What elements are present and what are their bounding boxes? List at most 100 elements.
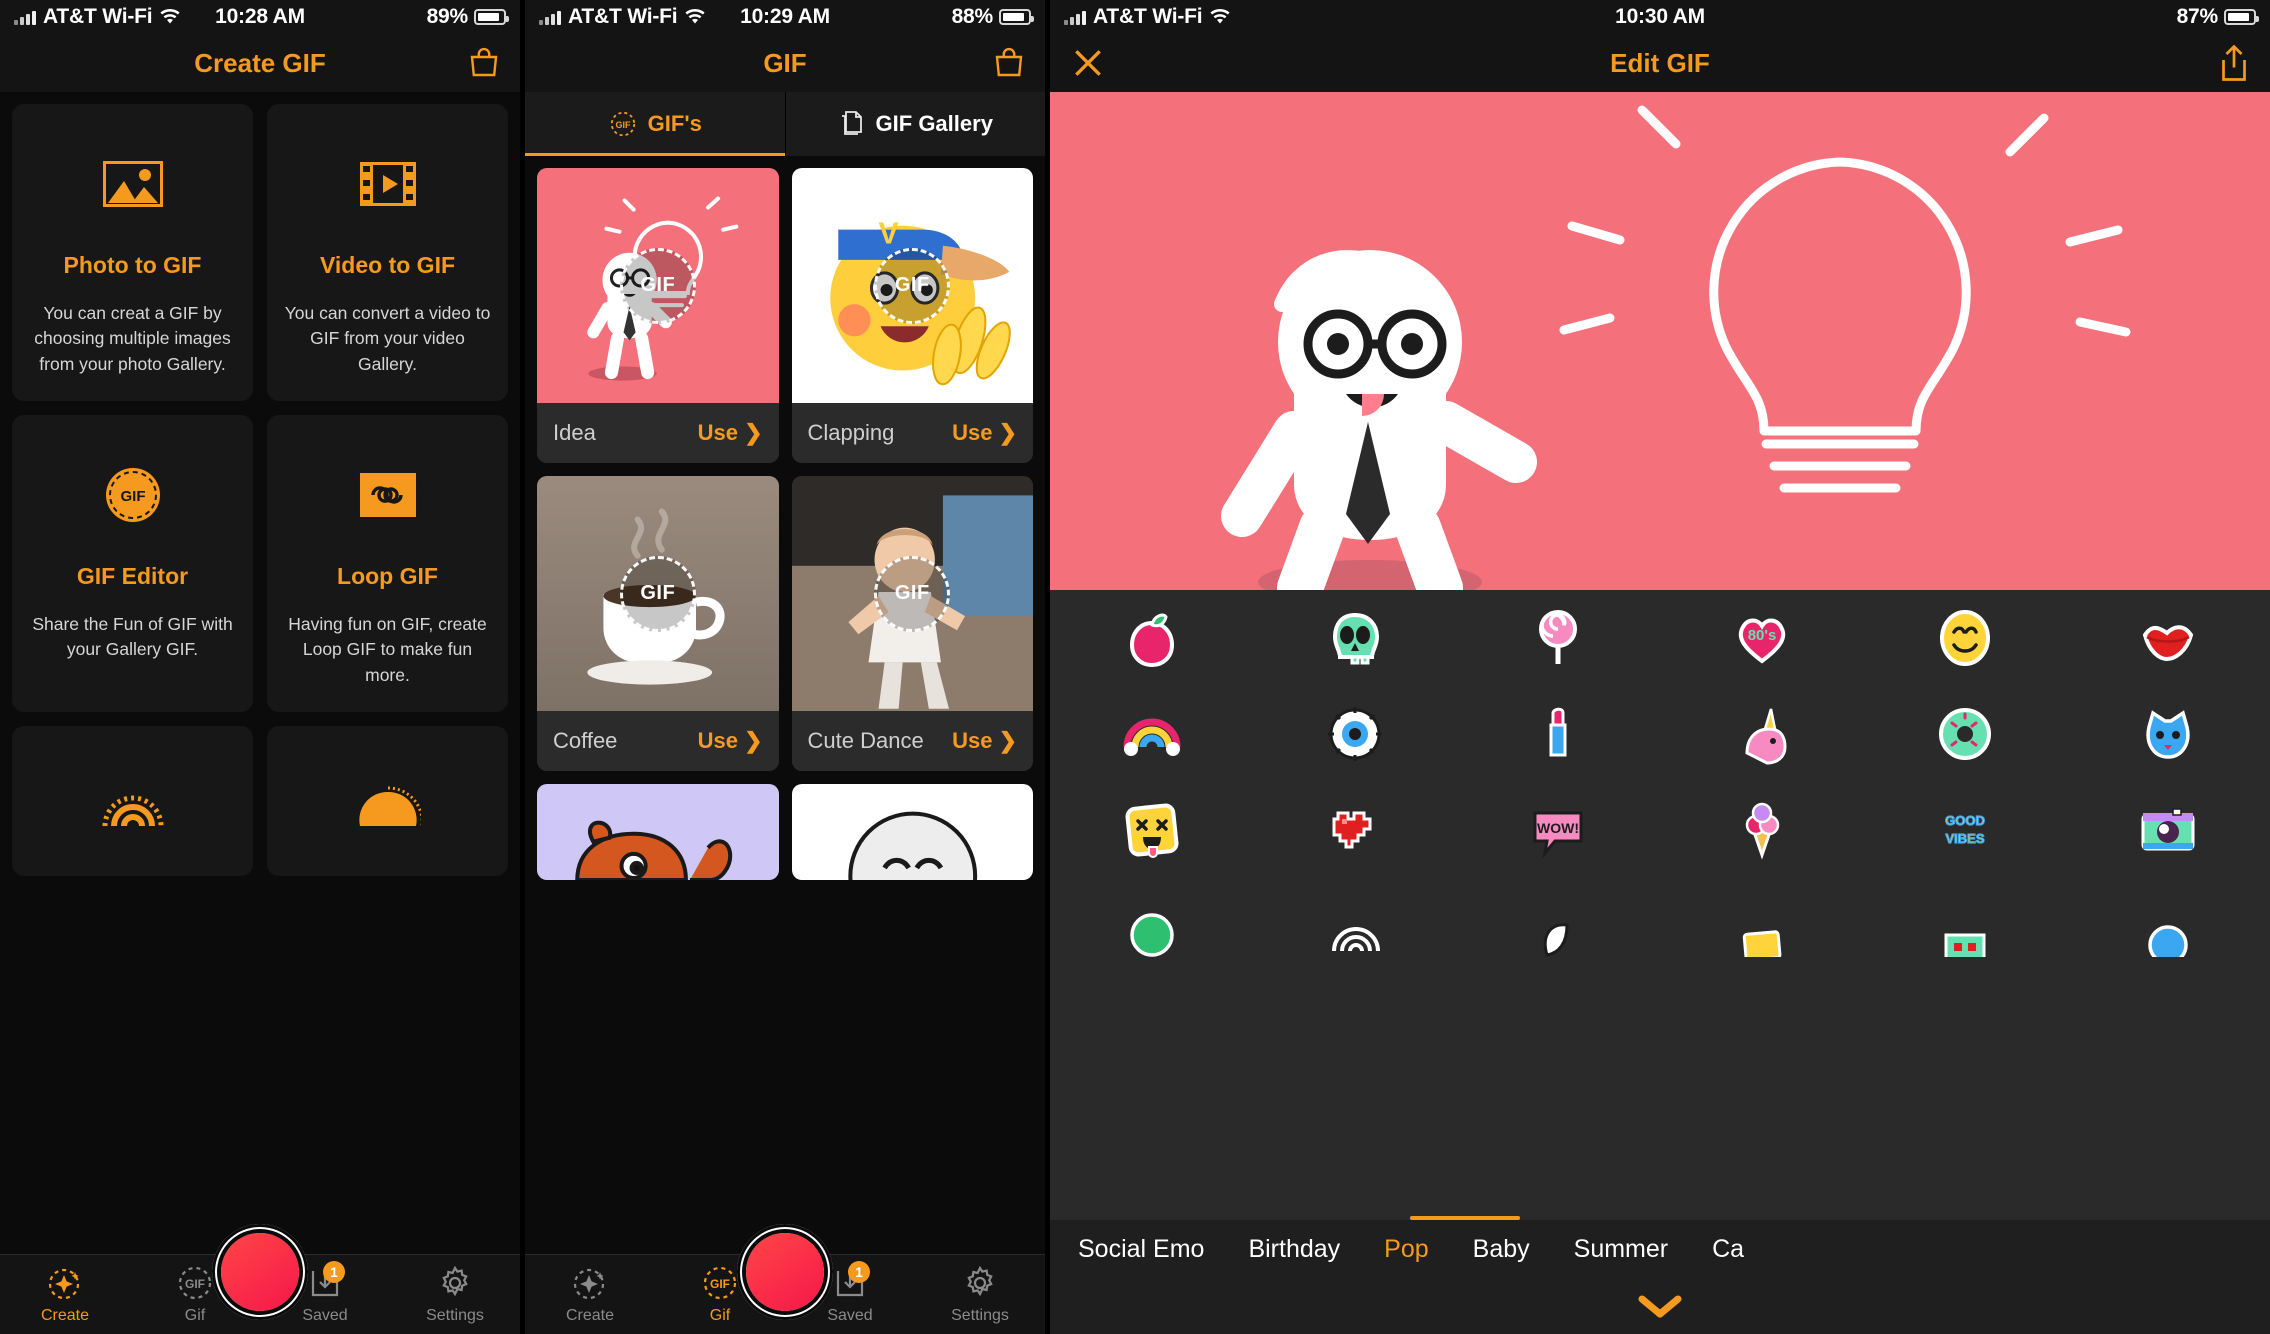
sticker-row: 80's [1050,590,2270,686]
tab-settings[interactable]: Settings [390,1263,520,1325]
gif-card-cute-dance[interactable]: GIF Cute Dance Use ❯ [791,476,1033,771]
card-photo-to-gif[interactable]: Photo to GIF You can creat a GIF by choo… [12,104,253,401]
battery-icon [2224,9,2260,25]
card-partial-rainbow[interactable] [12,726,253,876]
gif-name: Coffee [553,728,618,753]
battery-percent: 87% [2176,5,2219,28]
gif-card-coffee[interactable]: GIF Coffee Use ❯ [537,476,779,771]
record-button[interactable] [737,1224,833,1320]
category-baby[interactable]: Baby [1473,1235,1530,1264]
card-partial-sunrise[interactable] [267,726,508,876]
gif-card-clapping[interactable]: V GIF Clapping Use ❯ [791,168,1033,463]
wow-bubble-sticker[interactable]: WOW! [1522,794,1594,866]
blue-sticker[interactable] [2132,890,2204,962]
gif-card-idea[interactable]: GIF Idea Use ❯ [537,168,779,463]
shopping-bag-icon[interactable] [466,45,502,81]
tab-settings[interactable]: Settings [915,1263,1045,1325]
gif-use-button[interactable]: Use ❯ [698,728,763,754]
gif-thumbnail [537,784,779,880]
smiley-sticker[interactable] [1929,602,2001,674]
battery-percent: 89% [426,5,469,28]
pixel-heart-sticker[interactable] [1319,794,1391,866]
segment-label: GIF Gallery [875,111,993,136]
card-video-to-gif[interactable]: Video to GIF You can convert a video to … [267,104,508,401]
page-title: Edit GIF [1610,47,1710,78]
category-social-emo[interactable]: Social Emo [1078,1235,1204,1264]
pixel-green-sticker[interactable] [1929,890,2001,962]
gif-thumbnail: GIF [791,476,1033,711]
gif-circle-icon: GIF [104,467,162,523]
camera-sticker[interactable] [2132,794,2204,866]
category-ca[interactable]: Ca [1712,1235,1744,1264]
gif-dashed-icon: GIF [610,111,635,137]
screenshot-root: AT&T Wi-Fi 10:28 AM 89% Create GIF Photo… [0,0,2270,1334]
screen-gif-list: AT&T Wi-Fi 10:29 AM 88% GIF GIF GIF's GI… [525,0,1045,1334]
leaf-sticker[interactable] [1522,890,1594,962]
clock: 10:28 AM [215,5,305,28]
rainbow-sticker[interactable] [1116,698,1188,770]
battery-icon [474,9,510,25]
tab-create[interactable]: Create [525,1263,655,1325]
card-loop-gif[interactable]: Loop GIF Having fun on GIF, create Loop … [267,415,508,712]
segment-gif-gallery[interactable]: GIF Gallery [784,92,1046,156]
svg-text:GIF: GIF [120,488,145,505]
category-pop[interactable]: Pop [1384,1235,1428,1264]
gif-name: Clapping [807,420,895,445]
gif-card-fish[interactable] [537,784,779,880]
saved-badge: 1 [323,1261,345,1283]
good-vibes-sticker[interactable]: GOOD VIBES [1929,794,2001,866]
swirl-sticker[interactable] [1319,890,1391,962]
gif-preview-canvas[interactable] [1050,92,2270,622]
cat-sticker[interactable] [2132,698,2204,770]
segment-gifs[interactable]: GIF GIF's [525,92,785,156]
tongue-face-sticker[interactable] [1116,794,1188,866]
green-sticker[interactable] [1116,890,1188,962]
card-description: You can convert a video to GIF from your… [284,303,491,374]
clock: 10:29 AM [740,5,830,28]
category-summer[interactable]: Summer [1574,1235,1668,1264]
close-icon[interactable] [1068,43,1108,83]
sticker-category-bar[interactable]: Social Emo Birthday Pop Baby Summer Ca [1050,1220,2270,1278]
svg-text:GOOD: GOOD [1945,813,1985,828]
collapse-bar[interactable] [1050,1278,2270,1334]
unicorn-sticker[interactable] [1726,698,1798,770]
gif-dashed-icon: GIF [700,1263,740,1303]
sticker-panel[interactable]: 80's WOW! GOOD VIBES [1050,590,2270,1220]
record-button[interactable] [212,1224,308,1320]
gif-use-button[interactable]: Use ❯ [698,420,763,446]
lipstick-sticker[interactable] [1522,698,1594,770]
sticker-row [1050,686,2270,782]
gif-thumbnail: GIF [537,168,779,403]
yellow-note-sticker[interactable] [1726,890,1798,962]
lollipop-sticker[interactable] [1522,602,1594,674]
chevron-down-icon[interactable] [1632,1291,1688,1321]
apple-sticker[interactable] [1116,602,1188,674]
image-icon [102,156,163,212]
card-gif-editor[interactable]: GIF GIF Editor Share the Fun of GIF with… [12,415,253,712]
share-icon[interactable] [2216,43,2252,83]
sparkle-dashed-icon [570,1263,610,1303]
lips-sticker[interactable] [2132,602,2204,674]
80s-heart-sticker[interactable]: 80's [1726,602,1798,674]
donut-sticker[interactable] [1929,698,2001,770]
icecream-sticker[interactable] [1726,794,1798,866]
svg-text:GIF: GIF [710,1277,730,1291]
gif-use-button[interactable]: Use ❯ [952,728,1017,754]
eye-sticker[interactable] [1319,698,1391,770]
tab-create[interactable]: Create [0,1263,130,1325]
svg-text:V: V [878,218,898,251]
skull-sticker[interactable] [1319,602,1391,674]
category-birthday[interactable]: Birthday [1248,1235,1340,1264]
gif-card-face[interactable] [791,784,1033,880]
download-tray-icon: 1 [305,1261,345,1303]
tab-label: Create [565,1307,615,1324]
shopping-bag-icon[interactable] [991,45,1027,81]
wifi-icon [685,8,705,23]
video-film-icon [359,156,417,212]
battery-percent: 88% [951,5,994,28]
nav-bar: GIF [525,34,1045,92]
gif-use-button[interactable]: Use ❯ [952,420,1017,446]
gif-name: Cute Dance [807,728,924,753]
sticker-row [1050,878,2270,974]
gif-name: Idea [553,420,596,445]
